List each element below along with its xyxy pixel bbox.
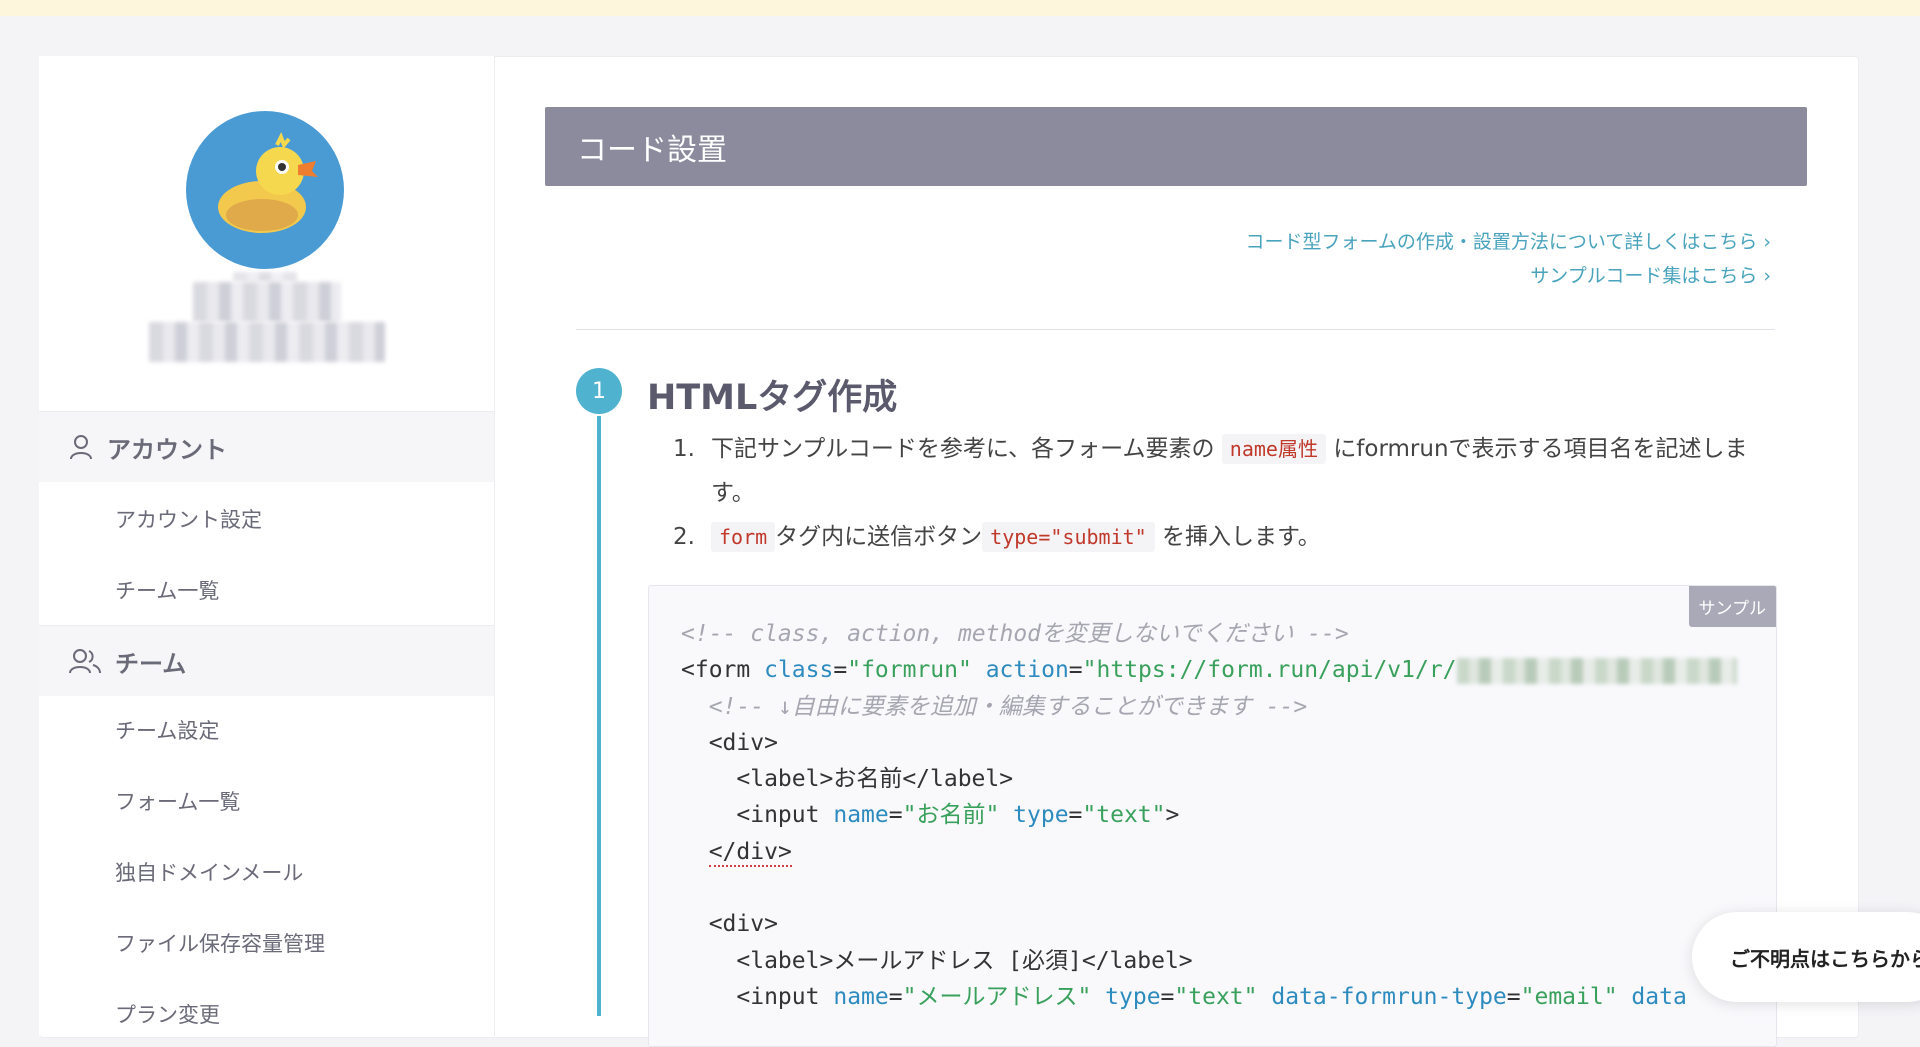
inline-code: type="submit" <box>982 522 1155 552</box>
sidebar-section-account: アカウント <box>39 412 494 482</box>
help-links: コード型フォームの作成・設置方法について詳しくはこちら › サンプルコード集はこ… <box>1246 225 1772 293</box>
sidebar: アカウント アカウント設定 チーム一覧 チーム チーム設定 フォーム一覧 独自ド… <box>39 56 495 1036</box>
email-blur <box>149 322 385 362</box>
step-title: HTMLタグ作成 <box>647 378 898 418</box>
sidebar-item-file-storage[interactable]: ファイル保存容量管理 <box>115 928 325 958</box>
help-chat-label: ご不明点はこちらから <box>1730 946 1920 971</box>
redacted-form-id <box>1456 657 1737 684</box>
sidebar-section-team: チーム <box>39 626 494 696</box>
instructions-list: 1. 下記サンプルコードを参考に、各フォーム要素の name属性 にformru… <box>673 427 1775 559</box>
sample-code-link[interactable]: サンプルコード集はこちら › <box>1246 259 1771 293</box>
help-chat-button[interactable]: ご不明点はこちらから <box>1692 912 1920 1002</box>
sidebar-item-form-list[interactable]: フォーム一覧 <box>115 786 240 816</box>
divider <box>576 329 1775 330</box>
main-content: コード設置 コード型フォームの作成・設置方法について詳しくはこちら › サンプル… <box>545 107 1807 1047</box>
username-blur-2 <box>193 282 341 322</box>
section-header: コード設置 <box>545 107 1807 186</box>
sidebar-item-plan-change[interactable]: プラン変更 <box>115 999 220 1029</box>
sidebar-item-team-list[interactable]: チーム一覧 <box>115 575 219 605</box>
inline-code: form <box>711 522 776 552</box>
code-form-guide-link[interactable]: コード型フォームの作成・設置方法について詳しくはこちら › <box>1246 225 1772 259</box>
sidebar-item-account-settings[interactable]: アカウント設定 <box>115 504 262 534</box>
username-blur <box>233 272 297 282</box>
step-number-badge: 1 <box>576 368 622 414</box>
list-item: 1. 下記サンプルコードを参考に、各フォーム要素の name属性 にformru… <box>673 434 1748 506</box>
code-sample-box[interactable]: サンプル <!-- class, action, methodを変更しないでくだ… <box>648 585 1777 1047</box>
user-icon <box>70 435 92 460</box>
section-title: コード設置 <box>577 132 727 168</box>
sidebar-item-custom-domain-mail[interactable]: 独自ドメインメール <box>115 857 303 887</box>
account-header-label: アカウント <box>107 435 227 464</box>
sidebar-item-team-settings[interactable]: チーム設定 <box>115 715 219 745</box>
list-item: 2. form タグ内に送信ボタン type="submit" を挿入します。 <box>673 522 1321 552</box>
inline-code: name属性 <box>1221 434 1326 464</box>
team-icon <box>69 649 101 674</box>
team-header-label: チーム <box>115 649 187 678</box>
code-block[interactable]: <!-- class, action, methodを変更しないでください --… <box>681 616 1737 1015</box>
step-timeline <box>597 416 601 1016</box>
user-avatar[interactable] <box>186 111 344 269</box>
announcement-strip <box>0 0 1920 16</box>
